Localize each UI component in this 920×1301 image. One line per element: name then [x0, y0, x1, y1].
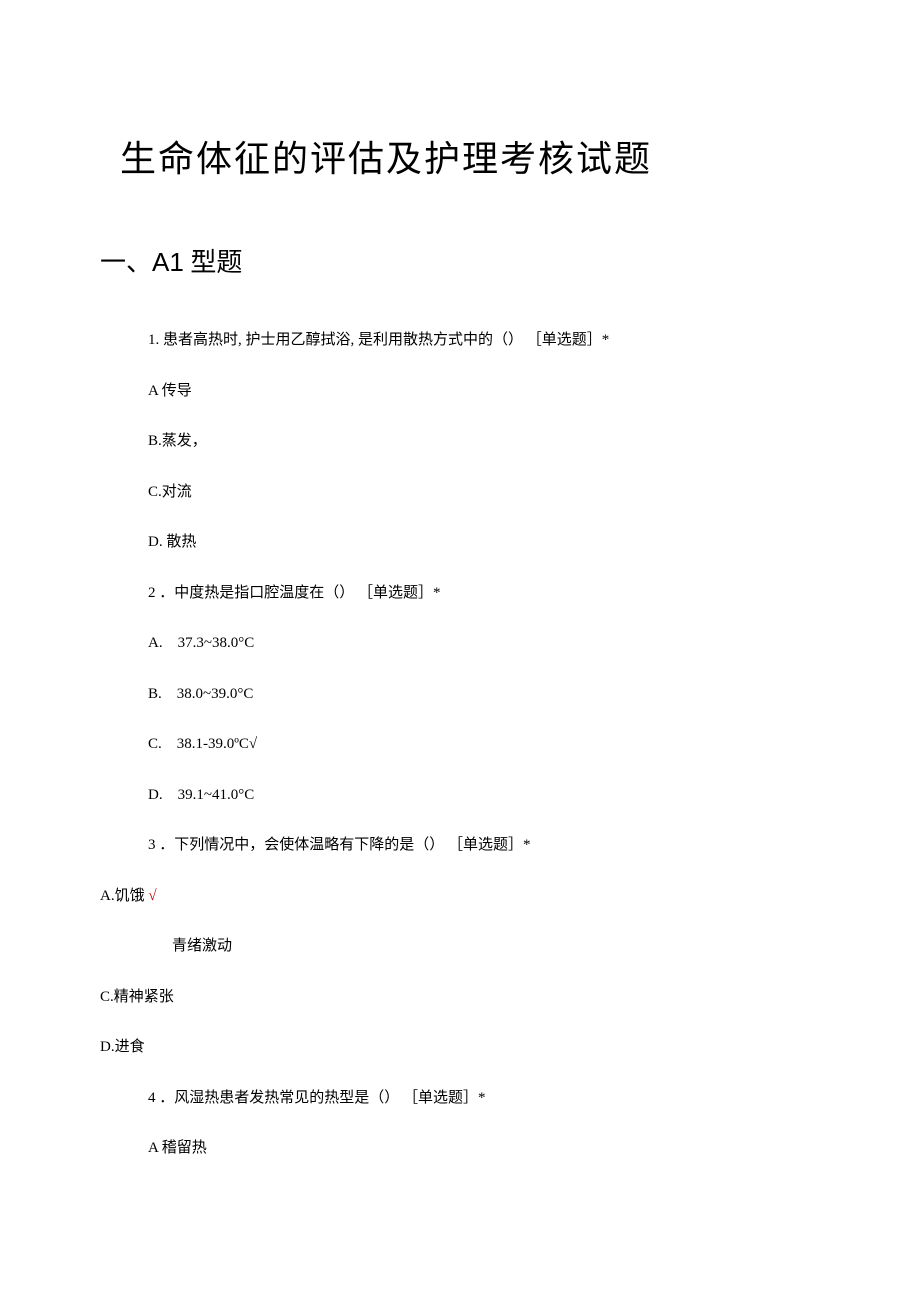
section-header: 一、A1 型题: [100, 242, 820, 279]
q3-option-d: D.进食: [100, 1036, 820, 1059]
question-1: 1. 患者高热时, 护士用乙醇拭浴, 是利用散热方式中的（） ［单选题］*: [148, 329, 820, 352]
q2-option-b: B. 38.0~39.0°C: [148, 683, 820, 706]
section-prefix: 一、: [100, 248, 152, 277]
q1-option-b: B.蒸发，: [148, 430, 820, 453]
q3-option-b: 青绪激动: [172, 935, 820, 958]
question-3: 3 ．下列情况中，会使体温略有下降的是（） ［单选题］*: [148, 834, 820, 857]
q4-option-a: A 稽留热: [148, 1137, 820, 1160]
checkmark-icon: √: [148, 888, 156, 904]
q2-option-c: C. 38.1-39.0ºC√: [148, 733, 820, 756]
q1-option-d: D. 散热: [148, 531, 820, 554]
q3-option-c: C.精神紧张: [100, 986, 820, 1009]
q3-option-a-text: A.饥饿: [100, 888, 148, 904]
q1-option-a: A 传导: [148, 380, 820, 403]
q2-option-a: A. 37.3~38.0°C: [148, 632, 820, 655]
section-type: A1: [152, 247, 184, 277]
page-title: 生命体征的评估及护理考核试题: [120, 130, 820, 182]
q2-option-d: D. 39.1~41.0°C: [148, 784, 820, 807]
q1-option-c: C.对流: [148, 481, 820, 504]
question-4: 4 ．风湿热患者发热常见的热型是（） ［单选题］*: [148, 1087, 820, 1110]
q3-option-a: A.饥饿 √: [100, 885, 820, 908]
section-suffix: 型题: [184, 248, 243, 277]
question-2: 2 ．中度热是指口腔温度在（） ［单选题］*: [148, 582, 820, 605]
